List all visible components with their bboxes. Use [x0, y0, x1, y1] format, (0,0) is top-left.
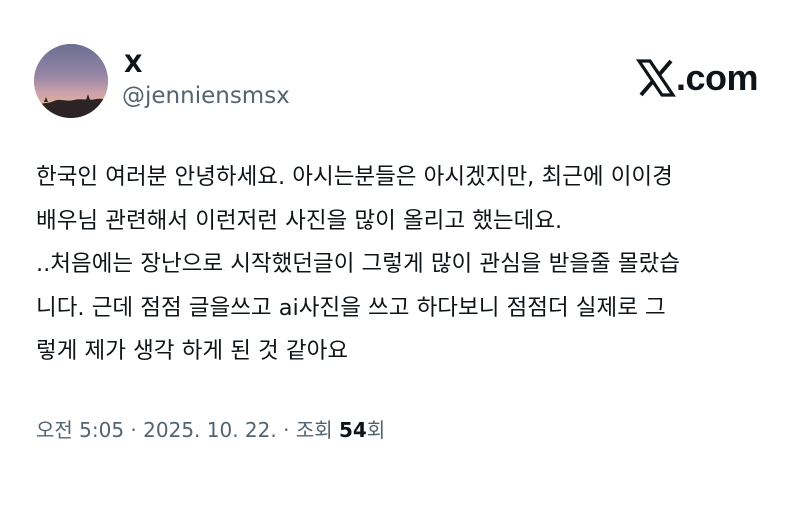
views-suffix: 회 [366, 418, 386, 442]
tweet-text-line: ..처음에는 장난으로 시작했던글이 그렇게 많이 관심을 받을줄 몰랐습 [36, 251, 680, 277]
views-count[interactable]: 54 [339, 418, 367, 442]
tweet-text-line: 한국인 여러분 안녕하세요. 아시는분들은 아시겠지만, 최근에 이이경 [36, 164, 673, 190]
brand-mark: .com [636, 56, 759, 100]
tweet-time[interactable]: 오전 5:05 [36, 418, 124, 442]
meta-separator: · [276, 418, 296, 442]
tweet-card: X @jenniensmsx .com 한국인 여러분 안녕하세요. 아시는분들… [0, 0, 800, 508]
tweet-text: 한국인 여러분 안녕하세요. 아시는분들은 아시겠지만, 최근에 이이경 배우님… [36, 156, 776, 374]
brand-domain-text: .com [676, 57, 759, 98]
author-handle[interactable]: @jenniensmsx [122, 82, 290, 110]
tweet-date[interactable]: 2025. 10. 22. [143, 418, 277, 442]
avatar-image [34, 44, 108, 118]
views-label: 조회 [295, 418, 339, 442]
avatar[interactable] [34, 44, 108, 118]
meta-separator: · [124, 418, 144, 442]
x-logo-icon [636, 59, 676, 97]
tweet-text-line: 배우님 관련해서 이런저런 사진을 많이 올리고 했는데요. [36, 207, 563, 234]
tweet-text-line: 렇게 제가 생각 하게 된 것 같아요 [36, 338, 349, 364]
tweet-text-line: 니다. 근데 점점 글을쓰고 ai사진을 쓰고 하다보니 점점더 실제로 그 [36, 294, 666, 321]
tweet-meta: 오전 5:05 · 2025. 10. 22. · 조회 54회 [36, 416, 385, 444]
author-name[interactable]: X [124, 50, 143, 78]
